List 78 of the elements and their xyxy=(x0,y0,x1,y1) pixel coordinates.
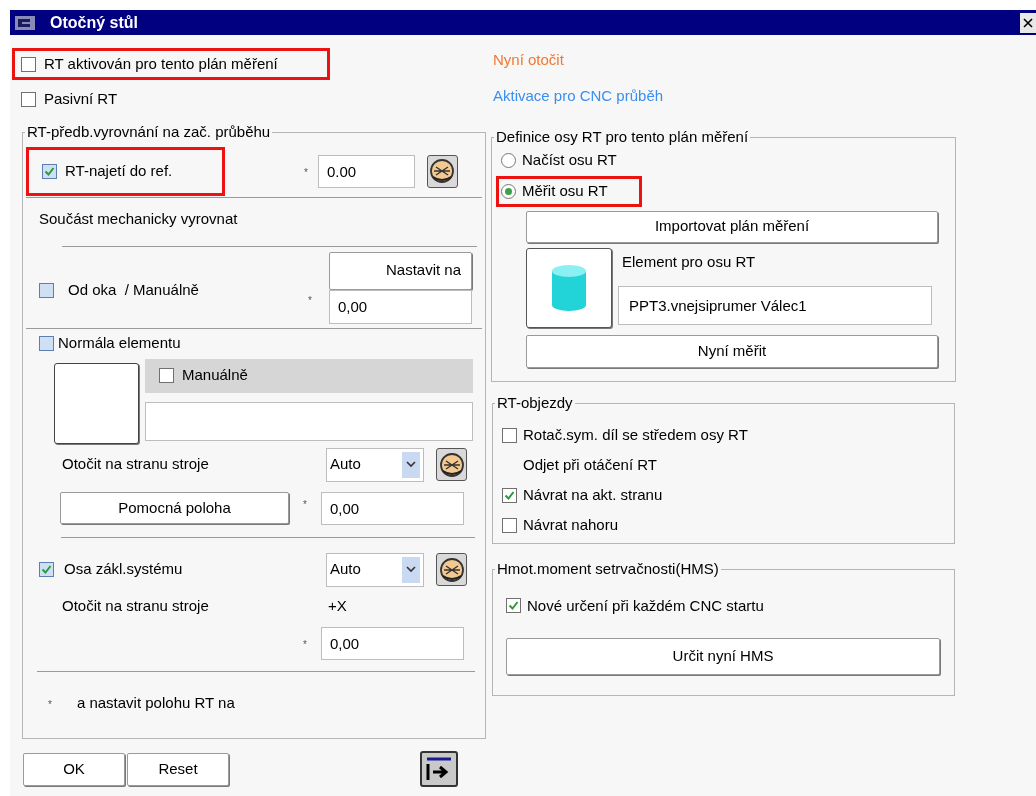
push-button[interactable]: Reset xyxy=(127,752,229,786)
checkbox-label: Osa zákl.systému xyxy=(64,559,183,580)
chevron-down-icon xyxy=(406,461,416,468)
window-title: Otočný stůl xyxy=(50,12,138,33)
text-field[interactable] xyxy=(145,401,473,441)
checkbox[interactable] xyxy=(39,336,54,351)
checkbox[interactable] xyxy=(159,368,174,383)
check-icon xyxy=(508,600,519,612)
number-field[interactable]: 0,00 xyxy=(320,626,464,660)
checkbox-label: Normála elementu xyxy=(58,333,181,354)
element-preview[interactable] xyxy=(54,362,139,444)
field-label: Element pro osu RT xyxy=(622,251,757,272)
push-button[interactable]: Určit nyní HMS xyxy=(506,638,940,675)
checkbox[interactable] xyxy=(21,56,36,72)
checkbox[interactable] xyxy=(39,562,54,577)
push-button[interactable]: Nastavit na xyxy=(329,251,472,290)
group-legend: RT-objezdy xyxy=(495,392,575,415)
group-legend: Definice osy RT pro tento plán měření xyxy=(494,126,751,149)
number-field[interactable]: 0,00 xyxy=(329,289,472,324)
checkbox-label: RT-najetí do ref. xyxy=(65,160,173,181)
rotary-table-icon xyxy=(438,556,465,583)
chevron-down-icon xyxy=(406,566,416,573)
apply-button[interactable] xyxy=(420,751,458,787)
footnote-marker: * xyxy=(303,638,307,650)
push-button[interactable]: OK xyxy=(23,752,125,786)
check-icon xyxy=(44,165,55,177)
field-label: Otočit na stranu stroje xyxy=(62,454,210,475)
radio-button[interactable] xyxy=(501,183,516,199)
app-icon xyxy=(14,14,36,31)
radio-button[interactable] xyxy=(501,152,516,168)
checkbox[interactable] xyxy=(506,598,521,614)
checkbox[interactable] xyxy=(502,428,517,443)
checkbox-label: Návrat na akt. stranu xyxy=(523,485,663,506)
element-button[interactable] xyxy=(526,247,612,328)
checkbox-label: Pasivní RT xyxy=(44,88,118,109)
checkbox-label: Rotač.sym. díl se středem osy RT xyxy=(523,425,748,446)
number-field[interactable]: 0,00 xyxy=(320,491,464,525)
footnote-text: a nastavit polohu RT na xyxy=(76,692,235,713)
close-button[interactable] xyxy=(1020,12,1036,33)
footnote-marker: * xyxy=(307,293,313,308)
arrow-right-icon xyxy=(425,756,453,782)
section-heading: Součást mechanicky vyrovnat xyxy=(39,208,238,229)
rotary-table-icon xyxy=(438,451,465,478)
push-button[interactable]: Importovat plán měření xyxy=(526,210,938,243)
close-icon xyxy=(1023,17,1033,28)
side-value: +X xyxy=(328,596,347,617)
push-button[interactable]: Nyní měřit xyxy=(526,334,938,368)
rotary-table-button[interactable] xyxy=(436,448,467,481)
checkbox[interactable] xyxy=(21,91,36,107)
checkbox-label: RT aktivován pro tento plán měření xyxy=(44,53,278,74)
footnote-marker: * xyxy=(304,166,308,178)
check-icon xyxy=(504,490,515,501)
checkbox[interactable] xyxy=(502,518,517,533)
checkbox[interactable] xyxy=(42,163,57,179)
check-icon xyxy=(41,564,52,575)
checkbox-label: Nové určení při každém CNC startu xyxy=(527,595,764,616)
radio-label: Načíst osu RT xyxy=(522,149,617,170)
radio-label: Měřit osu RT xyxy=(522,180,608,201)
checkbox-label: Od oka / Manuálně xyxy=(68,280,199,301)
group-legend: Hmot.moment setrvačnosti(HMS) xyxy=(495,558,721,581)
section-heading: Odjet při otáčení RT xyxy=(523,455,657,476)
number-field[interactable]: 0.00 xyxy=(317,154,415,188)
footnote-marker: * xyxy=(48,698,52,710)
checkbox[interactable] xyxy=(502,488,517,503)
push-button[interactable]: Pomocná poloha xyxy=(60,492,289,524)
checkbox[interactable] xyxy=(39,283,54,298)
footnote-marker: * xyxy=(303,498,307,510)
checkbox-label: Manuálně xyxy=(182,365,248,386)
checkbox-label: Návrat nahoru xyxy=(523,515,619,536)
field-label: Otočit na stranu stroje xyxy=(62,596,210,617)
dropdown[interactable]: Auto xyxy=(326,447,424,482)
rotary-table-button[interactable] xyxy=(426,154,458,188)
element-field[interactable]: PPT3.vnejsiprumer Válec1 xyxy=(618,286,932,325)
rotary-table-button[interactable] xyxy=(436,553,467,586)
group-legend: RT-předb.vyrovnání na zač. průběhu xyxy=(25,121,273,144)
cylinder-icon xyxy=(550,263,588,312)
rotary-table-icon xyxy=(429,158,456,184)
dropdown[interactable]: Auto xyxy=(326,552,424,587)
